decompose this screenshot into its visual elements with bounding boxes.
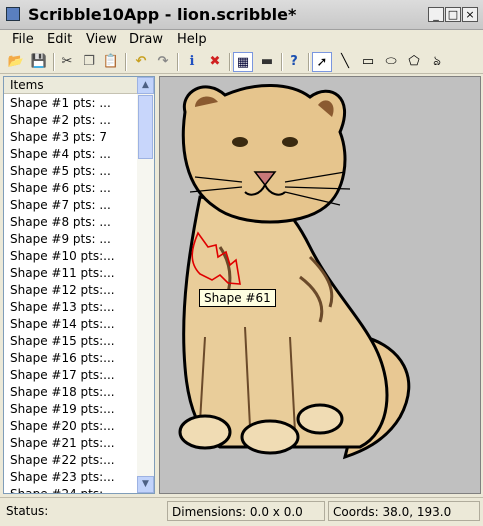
window-title: Scribble10App - lion.scribble* (28, 5, 297, 24)
save-icon[interactable]: 💾 (29, 52, 49, 72)
list-item[interactable]: Shape #15 pts:... (4, 333, 138, 350)
status-text: Status: (6, 504, 49, 518)
menu-draw[interactable]: Draw (129, 32, 163, 47)
toolbar-separator (125, 53, 127, 71)
list-body: Shape #1 pts: ... Shape #2 pts: ... Shape … (4, 95, 138, 493)
menu-edit[interactable]: Edit (47, 32, 72, 47)
title-bar: Scribble10App - lion.scribble* _ □ × (0, 0, 483, 30)
list-item[interactable]: Shape #5 pts: ... (4, 163, 138, 180)
list-item[interactable]: Shape #7 pts: ... (4, 197, 138, 214)
toolbar-separator (281, 53, 283, 71)
freehand-icon[interactable]: ঌ (427, 52, 447, 72)
shape-tooltip: Shape #61 (199, 289, 276, 307)
list-item[interactable]: Shape #17 pts:... (4, 367, 138, 384)
rectangle-icon[interactable]: ▭ (358, 52, 378, 72)
toolbar-separator (177, 53, 179, 71)
undo-icon[interactable]: ↶ (131, 52, 151, 72)
open-folder-icon[interactable]: 📂 (6, 52, 26, 72)
status-bar: Status: Dimensions: 0.0 x 0.0 Coords: 38… (0, 497, 483, 526)
list-item[interactable]: Shape #11 pts:... (4, 265, 138, 282)
delete-icon[interactable]: ✖ (205, 52, 225, 72)
menu-view[interactable]: View (86, 32, 117, 47)
list-item[interactable]: Shape #20 pts:... (4, 418, 138, 435)
list-item[interactable]: Shape #2 pts: ... (4, 112, 138, 129)
shape-list[interactable]: Items Shape #1 pts: ... Shape #2 pts: ...… (3, 76, 155, 494)
toolbar-separator (53, 53, 55, 71)
list-item[interactable]: Shape #3 pts: 7 (4, 129, 138, 146)
cut-icon[interactable]: ✂ (57, 52, 77, 72)
list-item[interactable]: Shape #10 pts:... (4, 248, 138, 265)
list-item[interactable]: Shape #12 pts:... (4, 282, 138, 299)
info-icon[interactable]: i (182, 52, 202, 72)
status-dimensions: Dimensions: 0.0 x 0.0 (167, 501, 325, 521)
minimize-button[interactable]: _ (428, 7, 444, 22)
scroll-up-button[interactable]: ▲ (137, 77, 154, 94)
scroll-thumb[interactable] (138, 95, 153, 159)
menu-help[interactable]: Help (177, 32, 207, 47)
line-icon[interactable]: ╲ (335, 52, 355, 72)
list-item[interactable]: Shape #13 pts:... (4, 299, 138, 316)
list-item[interactable]: Shape #9 pts: ... (4, 231, 138, 248)
lion-drawing (178, 84, 411, 460)
pointer-icon[interactable]: ➚ (312, 52, 332, 72)
copy-icon[interactable]: ❐ (79, 52, 99, 72)
list-item[interactable]: Shape #18 pts:... (4, 384, 138, 401)
list-view-icon[interactable]: ▦ (233, 52, 253, 72)
list-item[interactable]: Shape #19 pts:... (4, 401, 138, 418)
help-icon[interactable]: ? (284, 52, 304, 72)
menu-file[interactable]: File (12, 32, 34, 47)
paste-icon[interactable]: 📋 (101, 52, 121, 72)
list-header-items[interactable]: Items (4, 77, 138, 94)
list-item[interactable]: Shape #14 pts:... (4, 316, 138, 333)
status-bar-icon[interactable]: ▬ (257, 52, 277, 72)
status-coords: Coords: 38.0, 193.0 (328, 501, 480, 521)
drawing-canvas[interactable]: Shape #61 (159, 76, 481, 494)
toolbar: 📂 💾 ✂ ❐ 📋 ↶ ↷ i ✖ ▦ ▬ ? ➚ ╲ ▭ ⬭ ⬠ ঌ (0, 50, 483, 74)
list-item[interactable]: Shape #23 pts:... (4, 469, 138, 486)
polygon-icon[interactable]: ⬠ (404, 52, 424, 72)
list-item[interactable]: Shape #6 pts: ... (4, 180, 138, 197)
maximize-button[interactable]: □ (445, 7, 461, 22)
list-item[interactable]: Shape #21 pts:... (4, 435, 138, 452)
list-scrollbar[interactable]: ▲ ▼ (137, 77, 154, 493)
ellipse-icon[interactable]: ⬭ (381, 52, 401, 72)
close-button[interactable]: × (462, 7, 478, 22)
list-item[interactable]: Shape #8 pts: ... (4, 214, 138, 231)
list-item[interactable]: Shape #22 pts:... (4, 452, 138, 469)
list-item[interactable]: Shape #24 pts:... (4, 486, 138, 493)
list-item[interactable]: Shape #16 pts:... (4, 350, 138, 367)
list-item[interactable]: Shape #1 pts: ... (4, 95, 138, 112)
toolbar-separator (229, 53, 231, 71)
redo-icon[interactable]: ↷ (153, 52, 173, 72)
list-item[interactable]: Shape #4 pts: ... (4, 146, 138, 163)
menu-bar: File Edit View Draw Help (0, 30, 483, 50)
scroll-down-button[interactable]: ▼ (137, 476, 154, 493)
toolbar-separator (308, 53, 310, 71)
app-icon (6, 7, 20, 21)
